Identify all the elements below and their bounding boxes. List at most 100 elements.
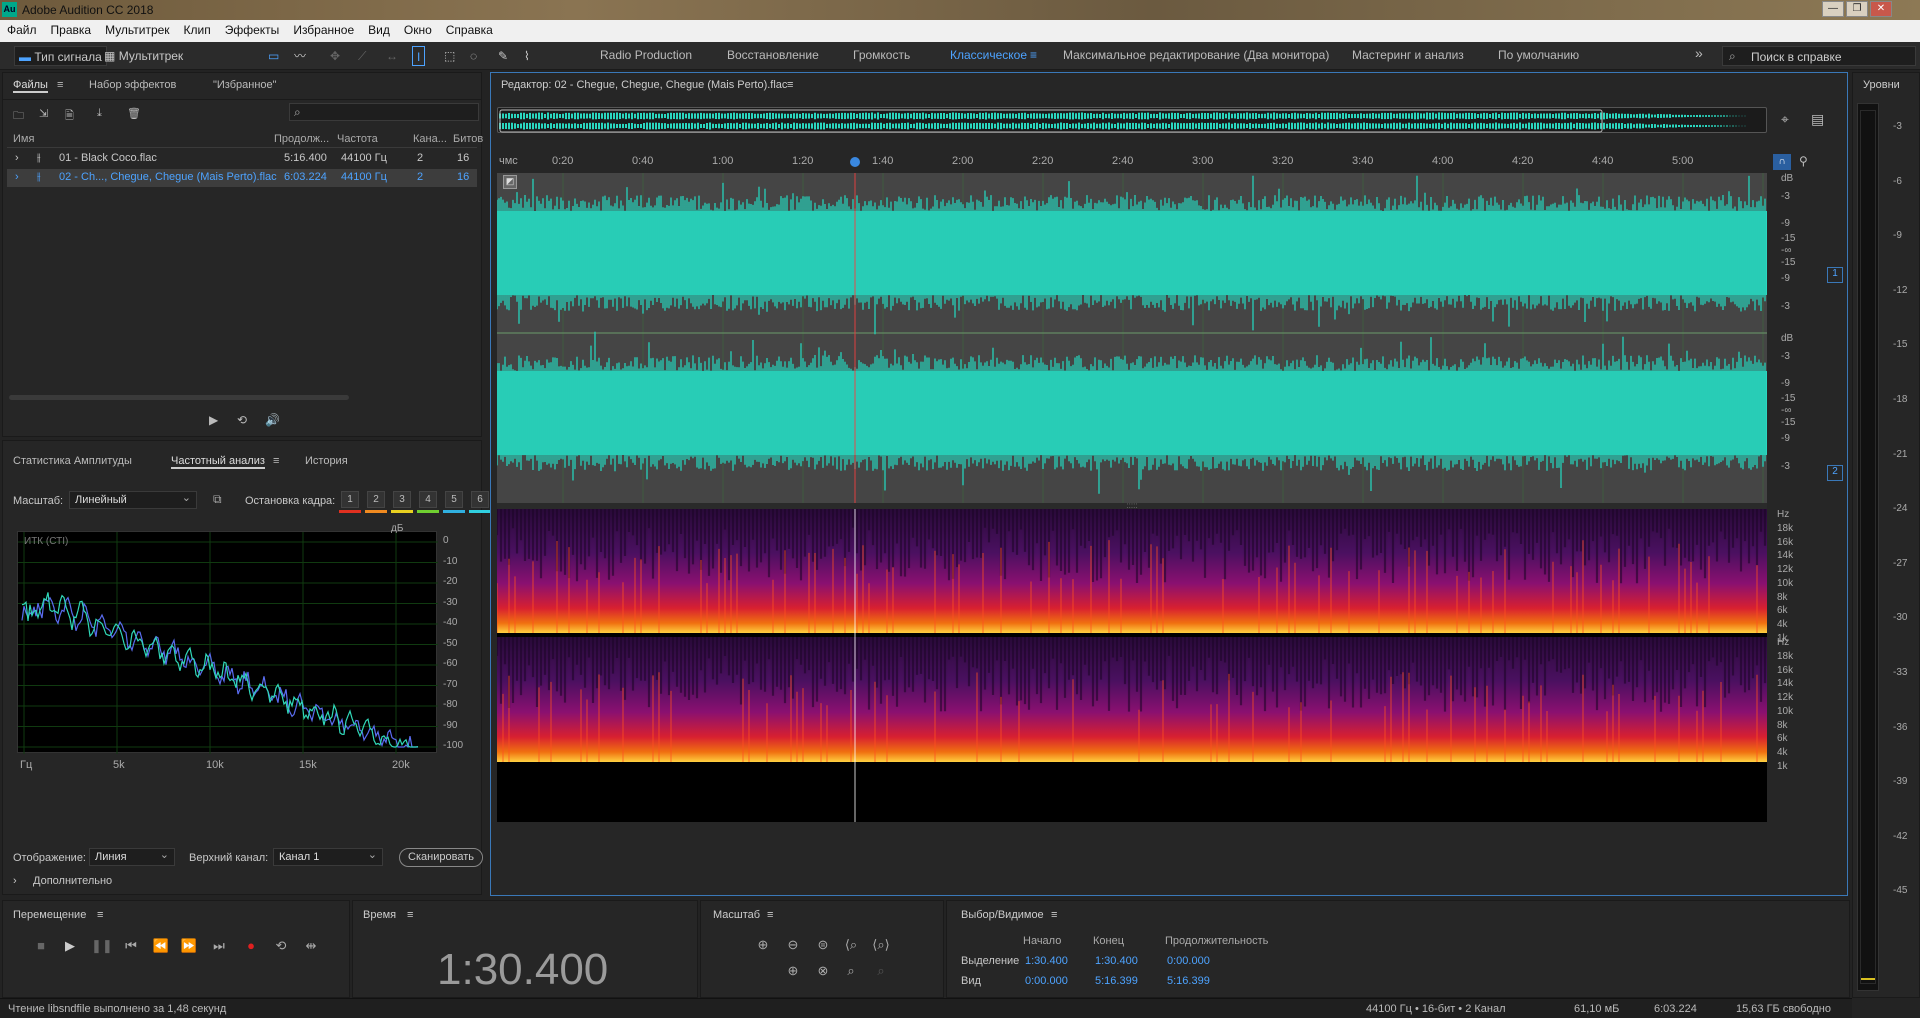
selection-duration[interactable]: 0:00.000 bbox=[1167, 955, 1210, 967]
tab-effects-rack[interactable]: Набор эффектов bbox=[89, 79, 176, 91]
close-button[interactable]: ✕ bbox=[1870, 1, 1892, 17]
freeze-button-6[interactable]: 6 bbox=[471, 491, 489, 508]
zoom-in-time-icon[interactable]: ⟨⌕ bbox=[841, 935, 861, 955]
channel-select[interactable]: Канал 1 bbox=[273, 848, 383, 866]
menu-view[interactable]: Вид bbox=[361, 20, 397, 40]
column-name[interactable]: Имя bbox=[13, 133, 34, 145]
tab-favorites[interactable]: "Избранное" bbox=[213, 79, 277, 91]
time-display[interactable]: 1:30.400 bbox=[437, 945, 608, 995]
freeze-button-5[interactable]: 5 bbox=[445, 491, 463, 508]
workspace-mastering[interactable]: Мастеринг и анализ bbox=[1352, 48, 1464, 62]
files-panel-menu-icon[interactable]: ≡ bbox=[57, 79, 63, 91]
spectrogram-display[interactable] bbox=[497, 509, 1767, 822]
editor-menu-icon[interactable]: ≡ bbox=[787, 79, 793, 91]
menu-clip[interactable]: Клип bbox=[177, 20, 218, 40]
zoom-out-time-icon[interactable]: ⟨⌕⟩ bbox=[871, 935, 891, 955]
selection-end[interactable]: 1:30.400 bbox=[1095, 955, 1138, 967]
channel-1-badge[interactable]: 1 bbox=[1827, 267, 1843, 283]
zoom-to-selection-icon[interactable]: ⌕ bbox=[841, 961, 861, 981]
pause-icon[interactable]: ❚❚ bbox=[91, 936, 113, 956]
move-tool-icon[interactable]: ✥ bbox=[326, 46, 344, 66]
new-file-icon[interactable]: 🗎 bbox=[65, 107, 74, 126]
workspace-menu-icon[interactable]: ≡ bbox=[1030, 48, 1037, 62]
hud-icon[interactable]: ◩ bbox=[503, 175, 517, 189]
slip-tool-icon[interactable]: ↔ bbox=[382, 46, 402, 66]
help-search-input[interactable]: ⌕ Поиск в справке bbox=[1722, 46, 1916, 66]
insert-multitrack-icon[interactable]: ⤓ bbox=[97, 107, 102, 120]
transport-menu-icon[interactable]: ≡ bbox=[97, 909, 103, 921]
workspace-dual-monitor[interactable]: Максимальное редактирование (Два монитор… bbox=[1063, 48, 1329, 62]
zoom-in-amplitude-icon[interactable]: ⊕ bbox=[753, 935, 773, 955]
skip-selection-icon[interactable]: ⇹ bbox=[301, 936, 321, 956]
marquee-tool-icon[interactable]: ⬚ bbox=[440, 46, 459, 66]
column-rate[interactable]: Частота bbox=[337, 133, 378, 145]
minimize-button[interactable]: — bbox=[1822, 1, 1844, 17]
razor-tool-icon[interactable]: ⟋ bbox=[354, 46, 370, 66]
zoom-menu-icon[interactable]: ≡ bbox=[767, 909, 773, 921]
stop-icon[interactable]: ■ bbox=[31, 936, 51, 956]
zoom-out-full-icon[interactable]: ⊜ bbox=[813, 935, 833, 955]
go-to-end-icon[interactable]: ⏭ bbox=[209, 936, 229, 956]
selection-menu-icon[interactable]: ≡ bbox=[1051, 909, 1057, 921]
menu-multitrack[interactable]: Мультитрек bbox=[98, 20, 176, 40]
play-icon[interactable]: ▶ bbox=[60, 936, 80, 956]
file-row-selected[interactable]: › ⫲ 02 - Ch..., Chegue, Chegue (Mais Per… bbox=[7, 169, 477, 187]
spot-healing-tool-icon[interactable]: ⌇ bbox=[520, 46, 534, 66]
menu-favorites[interactable]: Избранное bbox=[286, 20, 361, 40]
horizontal-scrollbar[interactable] bbox=[9, 395, 349, 400]
time-ruler[interactable]: чмс 0:20 0:40 1:00 1:20 1:40 2:00 2:20 2:40 3:00… bbox=[497, 155, 1767, 171]
brush-tool-icon[interactable]: ✎ bbox=[494, 46, 512, 66]
menu-edit[interactable]: Правка bbox=[44, 20, 99, 40]
file-row[interactable]: › ⫲ 01 - Black Coco.flac 5:16.400 44100 … bbox=[7, 150, 477, 168]
freeze-button-1[interactable]: 1 bbox=[341, 491, 359, 508]
more-workspaces-icon[interactable]: » bbox=[1695, 45, 1703, 61]
files-search-input[interactable]: ⌕ bbox=[289, 103, 479, 121]
tab-amplitude-statistics[interactable]: Статистика Амплитуды bbox=[13, 455, 132, 467]
snapshot-icon[interactable]: ⧉ bbox=[213, 492, 222, 507]
spectral-display-icon[interactable]: ▭ bbox=[264, 46, 283, 66]
menu-effects[interactable]: Эффекты bbox=[218, 20, 287, 40]
view-end[interactable]: 5:16.399 bbox=[1095, 975, 1138, 987]
workspace-default[interactable]: По умолчанию bbox=[1498, 48, 1579, 62]
play-preview-icon[interactable]: ▶ bbox=[209, 413, 218, 427]
fast-forward-icon[interactable]: ⏩ bbox=[179, 936, 199, 956]
view-duration[interactable]: 5:16.399 bbox=[1167, 975, 1210, 987]
maximize-button[interactable]: ❐ bbox=[1846, 1, 1868, 17]
spectral-pitch-icon[interactable]: 〰 bbox=[290, 46, 310, 66]
display-select[interactable]: Линия bbox=[89, 848, 175, 866]
zoom-out-amplitude-icon[interactable]: ⊖ bbox=[783, 935, 803, 955]
zoom-out-frequency-icon[interactable]: ⊗ bbox=[813, 961, 833, 981]
expand-icon[interactable]: › bbox=[15, 152, 19, 164]
overview-waveform[interactable] bbox=[497, 107, 1767, 133]
freeze-button-3[interactable]: 3 bbox=[393, 491, 411, 508]
tab-history[interactable]: История bbox=[305, 455, 348, 467]
tab-files[interactable]: Файлы bbox=[13, 79, 48, 93]
expand-icon[interactable]: › bbox=[15, 171, 19, 183]
column-channels[interactable]: Кана... bbox=[413, 133, 447, 145]
menu-file[interactable]: Файл bbox=[0, 20, 44, 40]
pin-icon[interactable]: ⚲ bbox=[1799, 154, 1808, 168]
advanced-expand-icon[interactable]: › bbox=[13, 875, 17, 887]
freeze-button-4[interactable]: 4 bbox=[419, 491, 437, 508]
zoom-in-frequency-icon[interactable]: ⊕ bbox=[783, 961, 803, 981]
column-duration[interactable]: Продолж... bbox=[274, 133, 329, 145]
scan-button[interactable]: Сканировать bbox=[399, 848, 483, 867]
channel-2-badge[interactable]: 2 bbox=[1827, 465, 1843, 481]
waveform-view-button[interactable]: ▬ Тип сигнала bbox=[14, 46, 107, 66]
analysis-menu-icon[interactable]: ≡ bbox=[273, 455, 279, 467]
waveform-display[interactable]: ◩ bbox=[497, 173, 1767, 503]
workspace-restoration[interactable]: Восстановление bbox=[727, 48, 819, 62]
loop-preview-icon[interactable]: ⟲ bbox=[237, 413, 247, 427]
playhead-marker[interactable] bbox=[850, 157, 860, 167]
workspace-loudness[interactable]: Громкость bbox=[853, 48, 910, 62]
tab-frequency-analysis[interactable]: Частотный анализ bbox=[171, 455, 265, 469]
workspace-classic[interactable]: Классическое bbox=[950, 48, 1027, 62]
menu-help[interactable]: Справка bbox=[439, 20, 500, 40]
display-options-icon[interactable]: ▤ bbox=[1811, 111, 1824, 128]
time-selection-tool-icon[interactable]: I bbox=[412, 46, 426, 66]
multitrack-view-button[interactable]: ▦ Мультитрек bbox=[100, 46, 187, 66]
rewind-icon[interactable]: ⏪ bbox=[151, 936, 171, 956]
autoplay-icon[interactable]: 🔊 bbox=[265, 413, 280, 427]
menu-window[interactable]: Окно bbox=[397, 20, 439, 40]
freeze-button-2[interactable]: 2 bbox=[367, 491, 385, 508]
